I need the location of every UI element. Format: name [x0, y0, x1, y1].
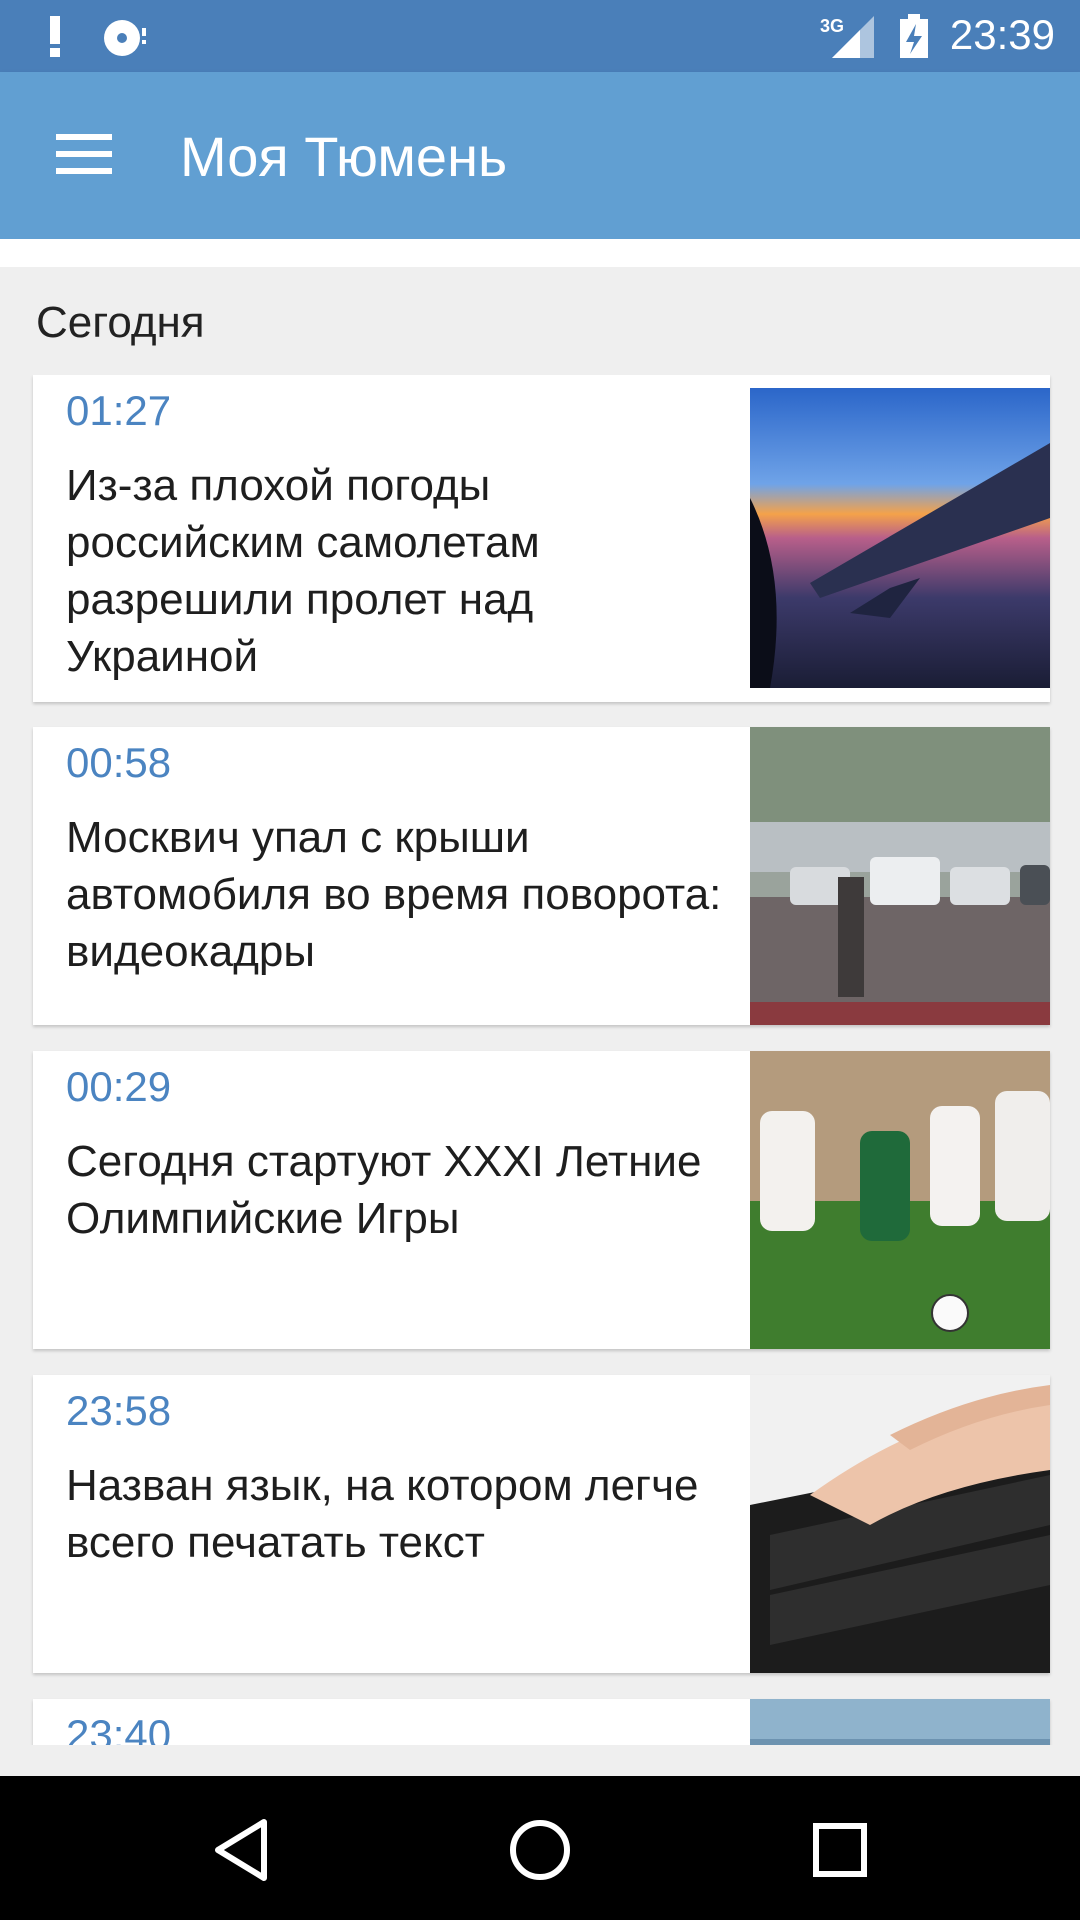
- home-icon[interactable]: [498, 1808, 582, 1892]
- news-time: 00:29: [66, 1063, 172, 1110]
- status-bar: 3G 23:39: [0, 0, 1080, 72]
- news-thumbnail: [750, 1699, 1050, 1745]
- app-title: Моя Тюмень: [180, 125, 508, 188]
- news-thumbnail-keyboard: [750, 1375, 1050, 1673]
- app-bar: Моя Тюмень: [0, 72, 1080, 239]
- section-header: Сегодня: [36, 298, 205, 347]
- back-icon[interactable]: [200, 1808, 284, 1892]
- battery-icon: [900, 14, 928, 58]
- news-time: 00:58: [66, 739, 172, 786]
- news-card[interactable]: 00:29 Сегодня стартуют XXXI Летние Олимп…: [33, 1051, 1050, 1349]
- news-title: Из-за плохой погоды российским самолетам…: [66, 461, 540, 681]
- news-title: Назван язык, на котором легче всего печа…: [66, 1461, 699, 1567]
- status-time: 23:39: [949, 11, 1055, 58]
- menu-icon[interactable]: [40, 112, 132, 200]
- news-title: Москвич упал с крыши автомобиля во время…: [66, 813, 722, 976]
- alert-icon: [50, 16, 60, 57]
- navigation-bar: [0, 1776, 1080, 1920]
- network-type: 3G: [820, 16, 844, 36]
- news-title: Сегодня стартуют XXXI Летние Олимпийские…: [66, 1137, 702, 1243]
- news-card[interactable]: 00:58 Москвич упал с крыши автомобиля во…: [33, 727, 1050, 1025]
- news-thumbnail-parking-lot: [750, 727, 1050, 1025]
- news-time: 01:27: [66, 387, 172, 434]
- disc-icon: [104, 20, 146, 56]
- news-time: 23:40: [66, 1711, 172, 1745]
- news-list[interactable]: 01:27 Из-за плохой погоды российским сам…: [0, 375, 1080, 1745]
- news-card[interactable]: 23:58 Назван язык, на котором легче всег…: [33, 1375, 1050, 1673]
- news-thumbnail-football-players: [750, 1051, 1050, 1349]
- recents-icon[interactable]: [798, 1808, 882, 1892]
- news-time: 23:58: [66, 1387, 172, 1434]
- news-card[interactable]: 01:27 Из-за плохой погоды российским сам…: [33, 375, 1050, 702]
- news-thumbnail-airplane-wing: [750, 388, 1050, 688]
- signal-icon: 3G: [820, 16, 874, 58]
- news-card[interactable]: 23:40: [33, 1699, 1050, 1745]
- toolbar-divider: [0, 239, 1080, 267]
